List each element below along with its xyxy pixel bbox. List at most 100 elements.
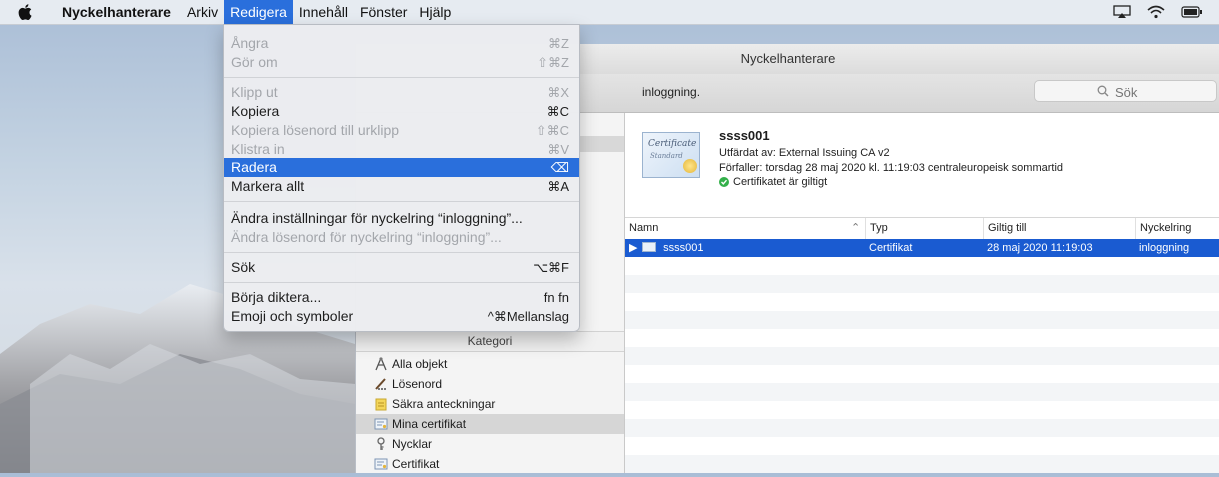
certificate-issuer: Utfärdat av: External Issuing CA v2 xyxy=(719,147,890,159)
menu-bar: Nyckelhanterare Arkiv Redigera Innehåll … xyxy=(0,0,1219,25)
menu-item-label: Kopiera xyxy=(231,103,280,119)
category-my-certificates[interactable]: Mina certifikat xyxy=(356,414,624,434)
menu-item-shortcut: ⌘V xyxy=(547,142,569,157)
menu-item-copy[interactable]: Kopiera ⌘C xyxy=(224,102,579,121)
password-icon xyxy=(374,377,388,391)
menu-item-label: Börja diktera... xyxy=(231,289,322,305)
menu-innehall[interactable]: Innehåll xyxy=(293,0,354,24)
menu-hjalp[interactable]: Hjälp xyxy=(413,0,457,24)
category-label: Certifikat xyxy=(392,457,440,471)
certificate-icon xyxy=(374,457,388,471)
search-input[interactable] xyxy=(1113,82,1207,102)
apple-icon[interactable] xyxy=(18,4,32,20)
category-label: Mina certifikat xyxy=(392,417,467,431)
menu-item-paste[interactable]: Klistra in ⌘V xyxy=(224,140,579,159)
menu-item-redo[interactable]: Gör om ⇧⌘Z xyxy=(224,53,579,72)
category-all-items[interactable]: Alla objekt xyxy=(356,354,624,374)
category-header: Kategori xyxy=(356,331,624,352)
menu-item-cut[interactable]: Klipp ut ⌘X xyxy=(224,83,579,102)
checkmark-icon xyxy=(719,177,729,187)
menu-fonster[interactable]: Fönster xyxy=(354,0,413,24)
battery-icon[interactable] xyxy=(1181,6,1203,18)
menu-separator xyxy=(224,252,579,253)
menu-item-label: Gör om xyxy=(231,54,278,70)
menu-item-delete[interactable]: Radera ⌫ xyxy=(224,158,579,177)
menu-item-shortcut: ⌘C xyxy=(546,104,569,119)
all-items-icon xyxy=(374,357,388,371)
table-header: Namn ⌃ Typ Giltig till Nyckelring xyxy=(625,217,1219,240)
column-label: Nyckelring xyxy=(1140,222,1192,234)
category-label: Alla objekt xyxy=(392,357,448,371)
menu-item-change-password[interactable]: Ändra lösenord för nyckelring “inloggnin… xyxy=(224,228,579,247)
category-keys[interactable]: Nycklar xyxy=(356,434,624,454)
menu-item-undo[interactable]: Ångra ⌘Z xyxy=(224,34,579,53)
row-keychain: inloggning xyxy=(1139,242,1190,254)
certificate-name: ssss001 xyxy=(719,128,770,143)
row-valid-until: 28 maj 2020 11:19:03 xyxy=(987,242,1093,254)
menu-item-shortcut: ⌥⌘F xyxy=(533,260,569,275)
category-secure-notes[interactable]: Säkra anteckningar xyxy=(356,394,624,414)
empty-row xyxy=(625,419,1219,437)
delete-key-icon: ⌫ xyxy=(550,160,569,175)
menu-item-find[interactable]: Sök ⌥⌘F xyxy=(224,258,579,277)
row-name-cell: ▶ ssss001 xyxy=(625,239,865,257)
menu-item-shortcut: fn fn xyxy=(543,290,569,305)
menu-redigera[interactable]: Redigera xyxy=(224,0,293,24)
wifi-icon[interactable] xyxy=(1147,5,1165,19)
disclosure-triangle-icon[interactable]: ▶ xyxy=(629,239,639,257)
toolbar-message: inloggning. xyxy=(642,85,701,99)
menu-item-dictation[interactable]: Börja diktera... fn fn xyxy=(224,288,579,307)
column-keychain[interactable]: Nyckelring xyxy=(1135,218,1219,239)
column-type[interactable]: Typ xyxy=(865,218,983,239)
menu-item-label: Kopiera lösenord till urklipp xyxy=(231,122,400,138)
certificate-image: Certificate Standard xyxy=(642,132,700,178)
category-certificates[interactable]: Certifikat xyxy=(356,454,624,474)
menu-item-label: Klipp ut xyxy=(231,84,278,100)
empty-row xyxy=(625,275,1219,293)
certificate-detail: Certificate Standard ssss001 Utfärdat av… xyxy=(625,113,1219,216)
row-type: Certifikat xyxy=(869,242,913,254)
menu-item-copy-password[interactable]: Kopiera lösenord till urklipp ⇧⌘C xyxy=(224,121,579,140)
key-icon xyxy=(374,437,388,451)
menu-app-name[interactable]: Nyckelhanterare xyxy=(56,0,177,24)
menu-separator xyxy=(224,77,579,78)
category-label: Lösenord xyxy=(392,377,443,391)
menu-arkiv[interactable]: Arkiv xyxy=(181,0,224,24)
certificate-icon xyxy=(642,242,657,252)
menu-separator xyxy=(224,282,579,283)
menu-item-shortcut: ⇧⌘C xyxy=(535,123,569,138)
airplay-icon[interactable] xyxy=(1113,5,1131,19)
certificate-expiry: Förfaller: torsdag 28 maj 2020 kl. 11:19… xyxy=(719,162,1064,174)
empty-row xyxy=(625,455,1219,473)
certificate-image-subtext: Standard xyxy=(650,152,683,160)
menu-item-label: Sök xyxy=(231,259,256,275)
menu-item-emoji[interactable]: Emoji och symboler ^⌘Mellanslag xyxy=(224,307,579,326)
sort-up-icon: ⌃ xyxy=(851,222,861,234)
secure-note-icon xyxy=(374,397,388,411)
certificate-validity: Certifikatet är giltigt xyxy=(719,176,827,188)
column-label: Namn xyxy=(629,222,659,234)
table-row[interactable]: ▶ ssss001 Certifikat 28 maj 2020 11:19:0… xyxy=(625,239,1219,257)
status-area xyxy=(1113,0,1219,24)
menu-separator xyxy=(224,201,579,202)
column-label: Typ xyxy=(870,222,888,234)
column-valid-until[interactable]: Giltig till xyxy=(983,218,1135,239)
edit-menu: Ångra ⌘Z Gör om ⇧⌘Z Klipp ut ⌘X Kopiera … xyxy=(223,24,580,332)
menu-item-label: Emoji och symboler xyxy=(231,308,354,324)
menu-item-shortcut: ⇧⌘Z xyxy=(537,55,569,70)
menu-item-keychain-settings[interactable]: Ändra inställningar för nyckelring “inlo… xyxy=(224,209,579,228)
column-label: Giltig till xyxy=(988,222,1027,234)
menu-item-shortcut: ⌘X xyxy=(547,85,569,100)
column-name[interactable]: Namn ⌃ xyxy=(625,218,865,239)
menu-item-select-all[interactable]: Markera allt ⌘A xyxy=(224,177,579,196)
menu-item-label: Ångra xyxy=(231,35,269,51)
category-label: Nycklar xyxy=(392,437,433,451)
menu-item-label: Ändra lösenord för nyckelring “inloggnin… xyxy=(231,229,502,245)
search-field[interactable] xyxy=(1034,80,1217,102)
menu-item-shortcut: ⌘Z xyxy=(548,36,569,51)
menu-item-label: Markera allt xyxy=(231,178,305,194)
row-name: ssss001 xyxy=(663,242,704,254)
category-passwords[interactable]: Lösenord xyxy=(356,374,624,394)
my-certificate-icon xyxy=(374,417,388,431)
menu-item-label: Radera xyxy=(231,159,277,175)
